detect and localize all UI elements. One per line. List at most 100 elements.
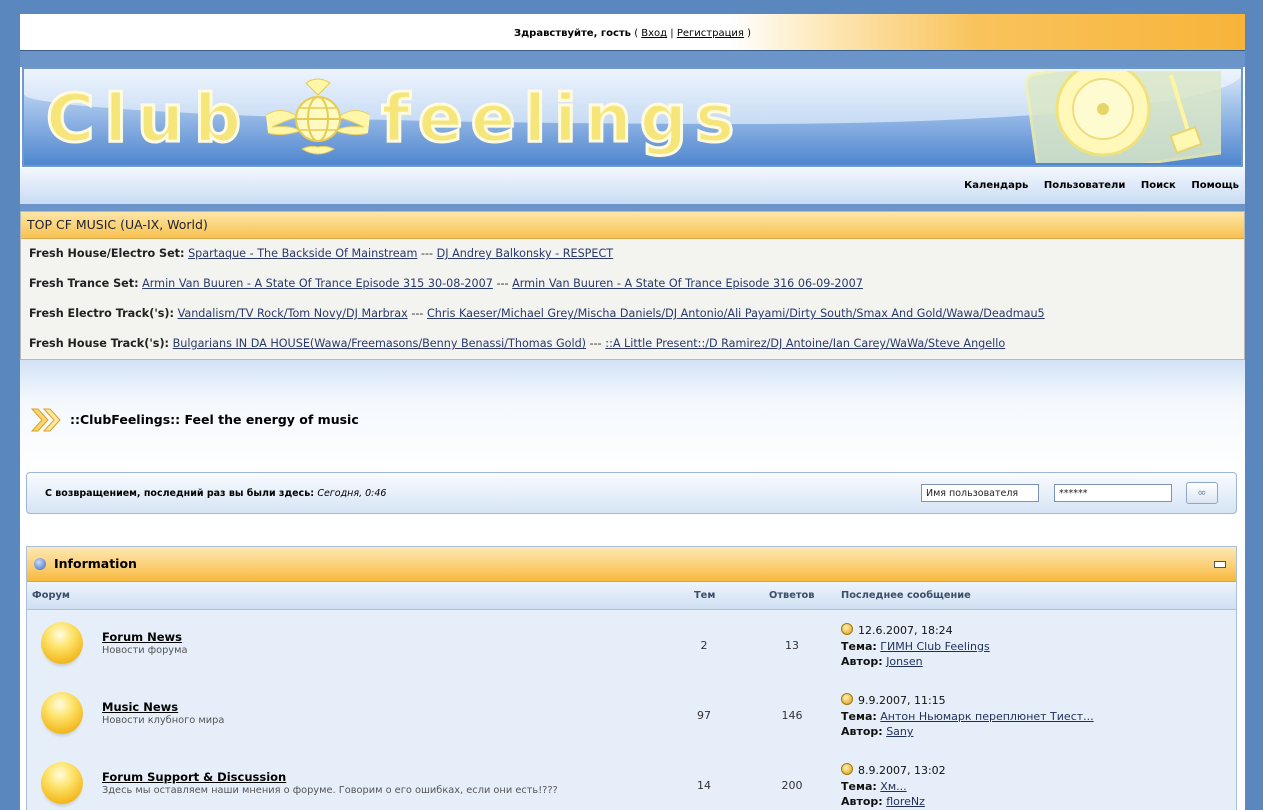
paren-open: ( [634, 28, 639, 39]
top-music-title: TOP CF MUSIC (UA-IX, World) [21, 212, 1244, 239]
author-label: Автор: [841, 655, 883, 668]
spacer [20, 51, 1245, 67]
music-link[interactable]: Armin Van Buuren - A State Of Trance Epi… [142, 277, 493, 290]
logo-text: Club feelings [44, 79, 743, 159]
nav-search[interactable]: Поиск [1141, 180, 1176, 191]
music-row: Fresh House Track('s): Bulgarians IN DA … [21, 329, 1244, 359]
last-post-author-link[interactable]: Jonsen [886, 655, 922, 668]
music-sep: --- [589, 337, 602, 350]
clock-icon [841, 693, 853, 705]
topic-label: Тема: [841, 709, 877, 723]
last-post: 8.9.2007, 13:02 Тема: Хм... Автор: flore… [841, 763, 946, 810]
topic-count: 2 [700, 639, 708, 652]
reply-count: 200 [781, 779, 803, 792]
login-go-button[interactable]: ∞ [1186, 482, 1218, 504]
paren-close: ) [747, 28, 751, 39]
forum-name-link[interactable]: Forum News [102, 630, 182, 644]
forum-row: Forum Support & Discussion Здесь мы оста… [27, 750, 1236, 810]
music-row: Fresh Electro Track('s): Vandalism/TV Ro… [21, 299, 1244, 329]
last-post-topic-link[interactable]: Хм... [880, 780, 906, 793]
col-forum: Форум [32, 590, 70, 601]
site-banner[interactable]: Club feelings [22, 67, 1243, 167]
double-chevron-icon [30, 408, 61, 432]
forum-name-link[interactable]: Music News [102, 700, 178, 714]
music-link[interactable]: Chris Kaeser/Michael Grey/Mischa Daniels… [427, 307, 1045, 320]
music-link[interactable]: Armin Van Buuren - A State Of Trance Epi… [512, 277, 863, 290]
music-link[interactable]: Spartaque - The Backside Of Mainstream [188, 247, 417, 260]
logo-club: Club [44, 79, 252, 159]
forum-description: Новости клубного мира [102, 715, 225, 726]
login-link[interactable]: Вход [641, 28, 667, 39]
username-field[interactable] [921, 484, 1039, 502]
register-link[interactable]: Регистрация [677, 28, 744, 39]
category-title[interactable]: Information [54, 556, 137, 571]
spacer [20, 204, 1245, 211]
turntable-icon [1024, 71, 1221, 163]
music-row-label: Fresh House/Electro Set: [29, 247, 185, 260]
topic-count: 14 [697, 779, 711, 792]
welcome-greeting: Здравствуйте, гость [514, 28, 631, 39]
nav-help[interactable]: Помощь [1191, 180, 1239, 191]
music-sep: --- [411, 307, 424, 320]
top-music-box: TOP CF MUSIC (UA-IX, World) Fresh House/… [20, 211, 1245, 360]
welcome-back-message: С возвращением, последний раз вы были зд… [45, 488, 386, 499]
music-link[interactable]: Bulgarians IN DA HOUSE(Wawa/Freemasons/B… [173, 337, 586, 350]
last-post: 9.9.2007, 11:15 Тема: Антон Ньюмарк пере… [841, 693, 1094, 740]
last-visit-time: Сегодня, 0:46 [317, 488, 387, 499]
main-nav: Календарь Пользователи Поиск Помощь [20, 167, 1245, 204]
last-post-date: 9.9.2007, 11:15 [858, 694, 946, 707]
forum-status-icon [41, 692, 83, 734]
forum-row: Forum News Новости форума 2 13 12.6.2007… [27, 610, 1236, 680]
col-last-post: Последнее сообщение [841, 590, 971, 601]
reply-count: 13 [785, 639, 799, 652]
last-post-author-link[interactable]: floreNz [886, 795, 925, 808]
forum-name-link[interactable]: Forum Support & Discussion [102, 770, 286, 784]
page: Здравствуйте, гость ( Вход | Регистрация… [20, 14, 1245, 810]
author-label: Автор: [841, 795, 883, 808]
topic-count: 97 [697, 709, 711, 722]
last-post-date: 8.9.2007, 13:02 [858, 764, 946, 777]
logo-feelings: feelings [380, 79, 743, 159]
last-post-topic-link[interactable]: ГИМН Club Feelings [880, 640, 989, 653]
tagline-text: ::ClubFeelings:: Feel the energy of musi… [70, 412, 359, 427]
col-topics: Тем [694, 590, 716, 601]
password-field[interactable] [1054, 484, 1172, 502]
music-row: Fresh House/Electro Set: Spartaque - The… [21, 239, 1244, 269]
forum-status-icon [41, 762, 83, 804]
nav-calendar[interactable]: Календарь [964, 180, 1028, 191]
quick-login-bar: С возвращением, последний раз вы были зд… [26, 472, 1237, 514]
column-headers: Форум Тем Ответов Последнее сообщение [27, 582, 1236, 610]
music-row-label: Fresh Trance Set: [29, 277, 139, 290]
last-post-date: 12.6.2007, 18:24 [858, 624, 953, 637]
col-replies: Ответов [769, 590, 815, 601]
collapse-icon[interactable] [1214, 561, 1226, 568]
category-header: Information [27, 547, 1236, 582]
music-link[interactable]: ::A Little Present::/D Ramirez/DJ Antoin… [605, 337, 1005, 350]
forum-description: Новости форума [102, 645, 188, 656]
separator: | [670, 28, 674, 39]
forum-status-icon [41, 622, 83, 664]
welcome-back-text: С возвращением, последний раз вы были зд… [45, 488, 314, 499]
forum-category: Information Форум Тем Ответов Последнее … [26, 546, 1237, 810]
reply-count: 146 [781, 709, 803, 722]
link-icon: ∞ [1197, 486, 1207, 499]
last-post-author-link[interactable]: Sany [886, 725, 913, 738]
clock-icon [841, 623, 853, 635]
welcome-bar: Здравствуйте, гость ( Вход | Регистрация… [20, 14, 1245, 51]
music-link[interactable]: Vandalism/TV Rock/Tom Novy/DJ Marbrax [178, 307, 408, 320]
music-sep: --- [420, 247, 434, 260]
forum-description: Здесь мы оставляем наши мнения о форуме.… [102, 785, 558, 796]
category-bullet-icon [34, 558, 46, 570]
music-sep: --- [496, 277, 509, 290]
topic-label: Тема: [841, 779, 877, 793]
music-link[interactable]: DJ Andrey Balkonsky - RESPECT [437, 247, 613, 260]
last-post-topic-link[interactable]: Антон Ньюмарк переплюнет Тиест... [880, 710, 1093, 723]
music-row: Fresh Trance Set: Armin Van Buuren - A S… [21, 269, 1244, 299]
nav-members[interactable]: Пользователи [1044, 180, 1126, 191]
forum-row: Music News Новости клубного мира 97 146 … [27, 680, 1236, 750]
clock-icon [841, 763, 853, 775]
music-row-label: Fresh House Track('s): [29, 337, 170, 350]
last-post: 12.6.2007, 18:24 Тема: ГИМН Club Feeling… [841, 623, 990, 670]
tagline-area: ::ClubFeelings:: Feel the energy of musi… [20, 360, 1245, 476]
topic-label: Тема: [841, 639, 877, 653]
